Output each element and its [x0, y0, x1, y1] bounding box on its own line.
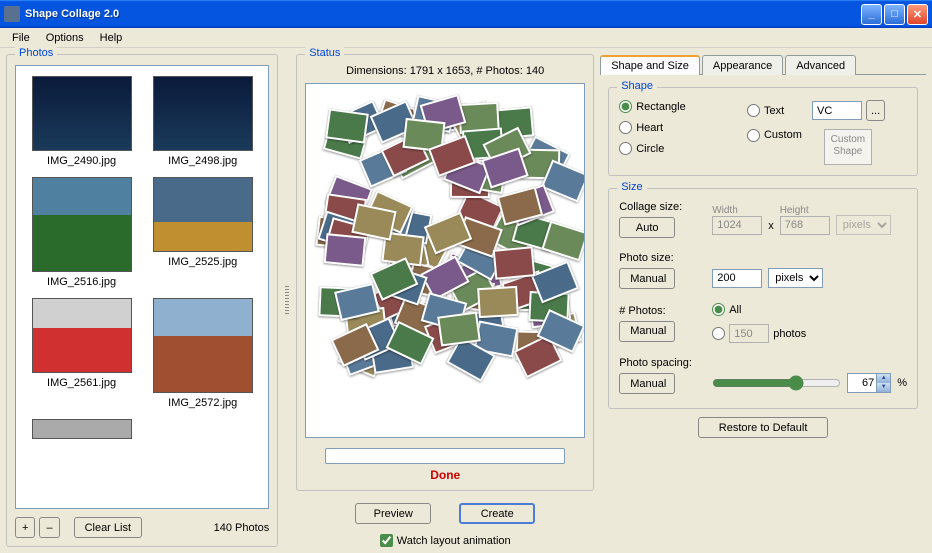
num-photos-label: # Photos: [619, 305, 704, 317]
spacing-slider[interactable] [712, 375, 841, 391]
collage-width-input[interactable] [712, 216, 762, 235]
photo-thumbnail [32, 76, 132, 151]
splitter[interactable] [284, 54, 290, 547]
menu-file[interactable]: File [4, 30, 38, 46]
remove-photo-button[interactable]: – [39, 517, 59, 538]
minimize-button[interactable]: _ [861, 4, 882, 25]
shape-custom-label: Custom [764, 129, 802, 141]
menu-bar: File Options Help [0, 28, 932, 48]
close-button[interactable]: ✕ [907, 4, 928, 25]
photos-legend: Photos [15, 47, 57, 59]
num-photos-word: photos [773, 328, 806, 340]
shape-circle-label: Circle [636, 143, 664, 155]
num-photos-all-radio[interactable] [712, 303, 725, 316]
photo-size-manual-button[interactable]: Manual [619, 268, 675, 289]
done-text: Done [305, 468, 585, 482]
shape-text-radio[interactable] [747, 104, 760, 117]
num-photos-manual-button[interactable]: Manual [619, 321, 675, 342]
spacing-label: Photo spacing: [619, 357, 704, 369]
watch-animation-label: Watch layout animation [397, 535, 511, 547]
collage-preview [305, 83, 585, 438]
spacing-manual-button[interactable]: Manual [619, 373, 675, 394]
photo-size-input[interactable] [712, 269, 762, 288]
status-legend: Status [305, 47, 344, 59]
photo-thumbnail [153, 76, 253, 151]
menu-options[interactable]: Options [38, 30, 92, 46]
size-group: Size Collage size: Auto Width x Height p… [608, 188, 918, 409]
num-photos-input[interactable] [729, 324, 769, 343]
photo-count: 140 Photos [214, 522, 270, 534]
preview-button[interactable]: Preview [355, 503, 431, 524]
tab-advanced[interactable]: Advanced [785, 55, 856, 75]
shape-heart-radio[interactable] [619, 121, 632, 134]
collage-size-label: Collage size: [619, 201, 704, 213]
width-label: Width [712, 205, 762, 216]
window-title: Shape Collage 2.0 [25, 8, 859, 20]
shape-text-input[interactable] [812, 101, 862, 120]
spin-up-icon[interactable]: ▲ [876, 374, 890, 383]
watch-animation-checkbox[interactable] [380, 534, 393, 547]
maximize-button[interactable]: □ [884, 4, 905, 25]
add-photo-button[interactable]: + [15, 517, 35, 538]
app-icon [4, 6, 20, 22]
shape-text-label: Text [764, 105, 808, 117]
menu-help[interactable]: Help [92, 30, 131, 46]
photo-size-label: Photo size: [619, 252, 704, 264]
photo-units-select[interactable]: pixels [768, 268, 823, 288]
tabs: Shape and Size Appearance Advanced [600, 54, 926, 75]
collage-units-select[interactable]: pixels [836, 215, 891, 235]
size-legend: Size [617, 181, 646, 193]
photo-thumbnail [153, 298, 253, 393]
photo-thumbnail [32, 177, 132, 272]
tab-appearance[interactable]: Appearance [702, 55, 783, 75]
tab-shape-and-size[interactable]: Shape and Size [600, 55, 700, 75]
shape-circle-radio[interactable] [619, 142, 632, 155]
collage-size-auto-button[interactable]: Auto [619, 217, 675, 238]
photo-item[interactable] [26, 419, 137, 443]
photo-item[interactable]: IMG_2516.jpg [26, 177, 137, 288]
photo-filename: IMG_2525.jpg [147, 256, 258, 268]
photo-filename: IMG_2490.jpg [26, 155, 137, 167]
photo-item[interactable]: IMG_2561.jpg [26, 298, 137, 409]
photo-item[interactable]: IMG_2525.jpg [147, 177, 258, 288]
photo-item[interactable]: IMG_2490.jpg [26, 76, 137, 167]
height-label: Height [780, 205, 830, 216]
restore-default-button[interactable]: Restore to Default [698, 417, 829, 438]
shape-custom-radio[interactable] [747, 129, 760, 142]
photo-item[interactable]: IMG_2498.jpg [147, 76, 258, 167]
photo-item[interactable]: IMG_2572.jpg [147, 298, 258, 409]
photo-filename: IMG_2498.jpg [147, 155, 258, 167]
photo-filename: IMG_2572.jpg [147, 397, 258, 409]
num-photos-all-label: All [729, 304, 741, 316]
title-bar: Shape Collage 2.0 _ □ ✕ [0, 0, 932, 28]
shape-group: Shape Rectangle Heart Circle Text ... [608, 87, 918, 176]
photos-group: Photos IMG_2490.jpg IMG_2498.jpg IMG_251… [6, 54, 278, 547]
photos-list[interactable]: IMG_2490.jpg IMG_2498.jpg IMG_2516.jpg I… [15, 65, 269, 509]
photo-filename: IMG_2561.jpg [26, 377, 137, 389]
custom-shape-box[interactable]: Custom Shape [824, 129, 872, 165]
photo-thumbnail [32, 298, 132, 373]
percent-label: % [897, 377, 907, 389]
spin-down-icon[interactable]: ▼ [876, 383, 890, 392]
shape-heart-label: Heart [636, 122, 663, 134]
photo-thumbnail [153, 177, 253, 252]
x-label: x [768, 220, 774, 235]
clear-list-button[interactable]: Clear List [74, 517, 142, 538]
num-photos-value-radio[interactable] [712, 327, 725, 340]
spacing-input[interactable] [848, 374, 876, 392]
photo-thumbnail [32, 419, 132, 439]
shape-legend: Shape [617, 80, 657, 92]
spacing-spinner[interactable]: ▲▼ [847, 373, 891, 393]
dimensions-text: Dimensions: 1791 x 1653, # Photos: 140 [305, 65, 585, 77]
shape-rectangle-radio[interactable] [619, 100, 632, 113]
shape-text-browse-button[interactable]: ... [866, 100, 885, 121]
photo-filename: IMG_2516.jpg [26, 276, 137, 288]
collage-height-input[interactable] [780, 216, 830, 235]
status-group: Status Dimensions: 1791 x 1653, # Photos… [296, 54, 594, 491]
shape-rectangle-label: Rectangle [636, 101, 686, 113]
create-button[interactable]: Create [459, 503, 535, 524]
progress-bar [325, 448, 565, 464]
